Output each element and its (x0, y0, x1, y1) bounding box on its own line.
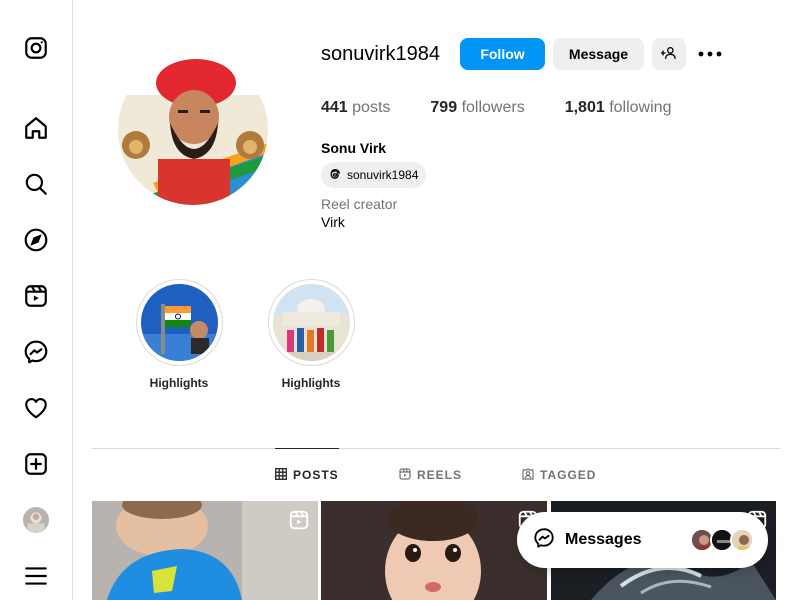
highlight-cover (140, 284, 218, 361)
create-plus-icon[interactable] (22, 450, 50, 478)
tagged-icon (522, 467, 534, 483)
posts-count: 441 (321, 99, 348, 116)
avatar (730, 528, 754, 552)
followers-count: 799 (430, 99, 458, 116)
reel-badge-icon (288, 509, 310, 531)
menu-hamburger-icon[interactable] (22, 562, 50, 590)
following-count: 1,801 (564, 99, 605, 116)
posts-stat: 441 posts (321, 99, 390, 117)
suggested-users-button[interactable] (652, 38, 686, 70)
threads-icon (327, 166, 343, 185)
sidebar-nav (0, 0, 73, 600)
message-button[interactable]: Message (553, 38, 644, 70)
instagram-logo-icon[interactable] (22, 34, 50, 62)
notifications-heart-icon[interactable] (22, 394, 50, 422)
threads-link[interactable]: sonuvirk1984 (321, 162, 427, 188)
profile-avatar[interactable] (22, 506, 50, 534)
profile-full-name: Sonu Virk (321, 140, 387, 156)
threads-handle: sonuvirk1984 (347, 168, 419, 182)
story-highlight[interactable]: Highlights (135, 279, 223, 390)
following-stat[interactable]: 1,801 following (565, 99, 672, 117)
add-user-icon (660, 45, 677, 64)
messages-label: Messages (565, 531, 642, 548)
profile-avatar-large[interactable] (118, 55, 268, 205)
reels-icon[interactable] (22, 282, 50, 310)
tab-label: TAGGED (540, 468, 597, 482)
active-tab-indicator (275, 448, 339, 449)
post-thumbnail[interactable] (321, 501, 547, 600)
highlight-cover (272, 284, 350, 361)
profile-bio: Virk (321, 214, 345, 230)
grid-icon (275, 467, 287, 483)
explore-compass-icon[interactable] (22, 226, 50, 254)
story-highlight[interactable]: Highlights (267, 279, 355, 390)
highlight-ring (135, 279, 223, 366)
posts-label: posts (352, 99, 391, 116)
post-thumbnail[interactable] (92, 501, 318, 600)
messenger-icon[interactable] (22, 338, 50, 366)
highlight-label: Highlights (149, 376, 209, 390)
tabs-divider (92, 448, 780, 449)
tab-reels[interactable]: REELS (399, 467, 463, 483)
search-icon[interactable] (22, 170, 50, 198)
followers-label: followers (461, 99, 525, 116)
home-icon[interactable] (22, 114, 50, 142)
more-options-icon[interactable] (697, 44, 723, 64)
profile-category: Reel creator (321, 196, 398, 212)
messages-floating-button[interactable]: Messages (517, 512, 768, 568)
highlight-label: Highlights (281, 376, 341, 390)
following-label: following (609, 99, 672, 116)
followers-stat[interactable]: 799 followers (430, 99, 524, 117)
tab-label: POSTS (293, 468, 339, 482)
highlight-ring (267, 279, 355, 366)
recent-conversations-avatars (690, 528, 754, 552)
follow-button[interactable]: Follow (460, 38, 545, 70)
tab-label: REELS (417, 468, 463, 482)
profile-stats: 441 posts 799 followers 1,801 following (321, 99, 711, 117)
tab-tagged[interactable]: TAGGED (522, 467, 597, 483)
reels-icon (399, 467, 411, 483)
profile-username: sonuvirk1984 (321, 43, 440, 65)
messenger-icon (533, 527, 555, 554)
tab-posts[interactable]: POSTS (275, 467, 339, 483)
